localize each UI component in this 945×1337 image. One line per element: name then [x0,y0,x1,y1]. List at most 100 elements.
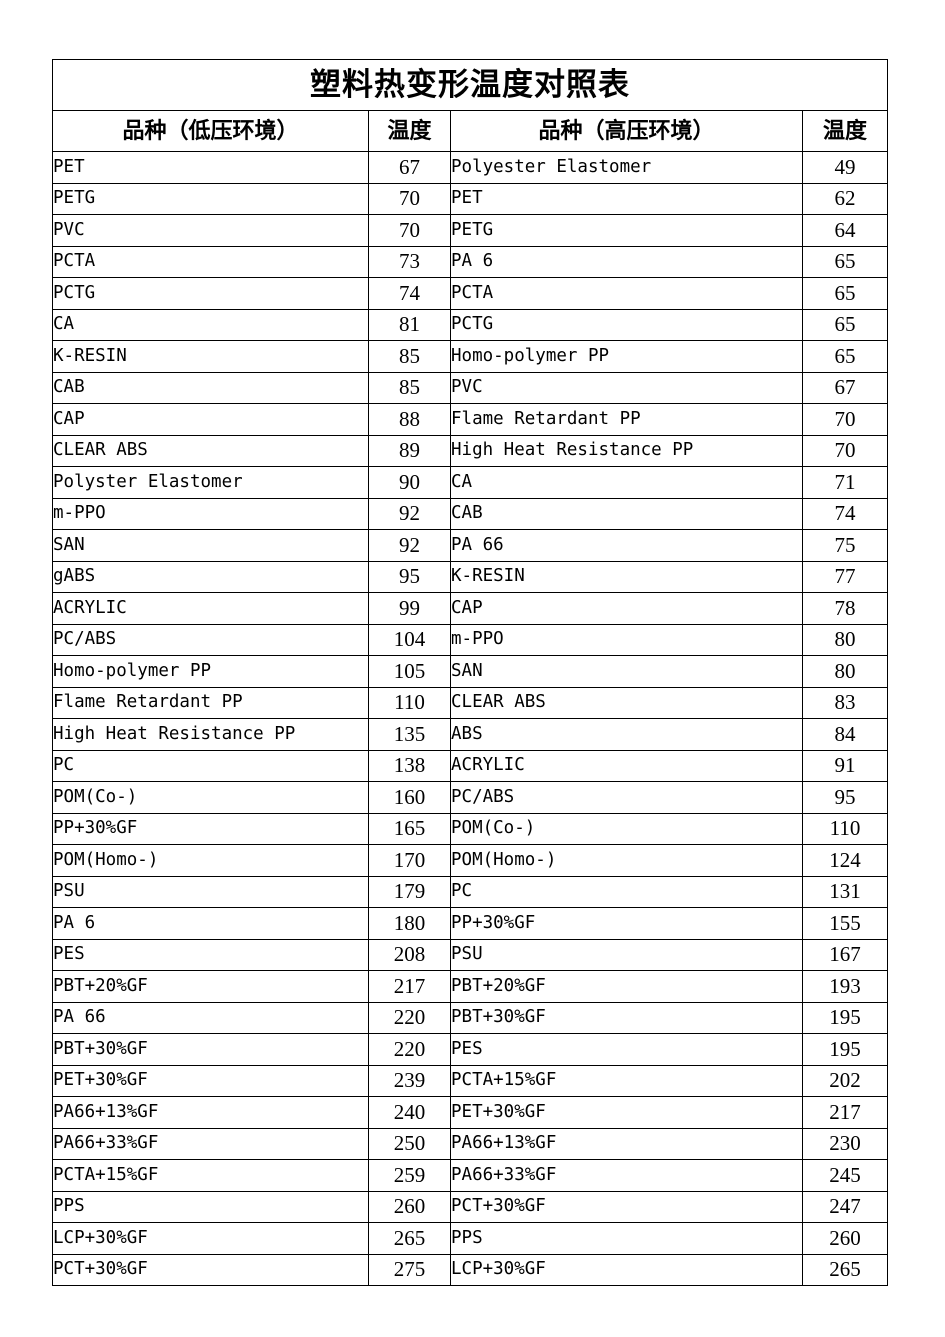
cell-temperature-low-pressure: 74 [368,277,451,310]
cell-material-high-pressure: PCTA+15%GF [450,1064,803,1097]
cell-material-high-pressure: PA 6 [450,245,803,278]
cell-material-low-pressure: LCP+30%GF [52,1222,369,1255]
cell-material-low-pressure: PC [52,749,369,782]
cell-temperature-low-pressure: 240 [368,1096,451,1129]
cell-temperature-high-pressure: 65 [802,308,888,341]
cell-material-high-pressure: PETG [450,214,803,247]
cell-material-low-pressure: PBT+20%GF [52,970,369,1003]
cell-temperature-high-pressure: 83 [802,686,888,719]
cell-temperature-high-pressure: 247 [802,1190,888,1223]
table-row: POM(Homo-) 170 POM(Homo-) 124 [52,844,888,877]
cell-temperature-low-pressure: 260 [368,1190,451,1223]
cell-material-high-pressure: PA66+33%GF [450,1159,803,1192]
cell-temperature-high-pressure: 195 [802,1033,888,1066]
cell-temperature-low-pressure: 70 [368,182,451,215]
table-row: PA 6 180 PP+30%GF 155 [52,907,888,940]
table-row: PCT+30%GF 275 LCP+30%GF 265 [52,1253,888,1286]
cell-material-high-pressure: ACRYLIC [450,749,803,782]
cell-temperature-low-pressure: 90 [368,466,451,499]
cell-material-low-pressure: PA66+33%GF [52,1127,369,1160]
cell-temperature-high-pressure: 71 [802,466,888,499]
cell-material-high-pressure: PCT+30%GF [450,1190,803,1223]
cell-temperature-high-pressure: 77 [802,560,888,593]
table-body: 塑料热变形温度对照表 品种（低压环境） 温度 品种（高压环境） 温度 PET 67… [52,59,888,1286]
cell-temperature-low-pressure: 70 [368,214,451,247]
cell-material-low-pressure: PES [52,938,369,971]
table-row: PC/ABS 104 m-PPO 80 [52,623,888,656]
cell-material-high-pressure: PES [450,1033,803,1066]
table-row: CA 81 PCTG 65 [52,308,888,341]
spreadsheet-canvas: 塑料热变形温度对照表 品种（低压环境） 温度 品种（高压环境） 温度 PET 67… [0,0,945,1337]
cell-material-high-pressure: ABS [450,718,803,751]
cell-material-low-pressure: PBT+30%GF [52,1033,369,1066]
cell-temperature-high-pressure: 78 [802,592,888,625]
cell-material-high-pressure: PET [450,182,803,215]
cell-material-high-pressure: POM(Homo-) [450,844,803,877]
cell-temperature-low-pressure: 180 [368,907,451,940]
cell-material-low-pressure: CAP [52,403,369,436]
table-row: High Heat Resistance PP 135 ABS 84 [52,718,888,751]
cell-temperature-high-pressure: 230 [802,1127,888,1160]
cell-temperature-high-pressure: 95 [802,781,888,814]
cell-temperature-low-pressure: 265 [368,1222,451,1255]
cell-material-high-pressure: PA66+13%GF [450,1127,803,1160]
cell-material-low-pressure: PETG [52,182,369,215]
cell-material-low-pressure: CA [52,308,369,341]
cell-temperature-low-pressure: 81 [368,308,451,341]
table-row: PA66+33%GF 250 PA66+13%GF 230 [52,1127,888,1160]
table-row: Polyster Elastomer 90 CA 71 [52,466,888,499]
cell-temperature-low-pressure: 160 [368,781,451,814]
cell-material-low-pressure: PCTA [52,245,369,278]
table-row: PET+30%GF 239 PCTA+15%GF 202 [52,1064,888,1097]
cell-material-high-pressure: CA [450,466,803,499]
cell-temperature-low-pressure: 88 [368,403,451,436]
cell-temperature-low-pressure: 105 [368,655,451,688]
table-row: PBT+20%GF 217 PBT+20%GF 193 [52,970,888,1003]
cell-material-high-pressure: PBT+20%GF [450,970,803,1003]
cell-temperature-high-pressure: 65 [802,277,888,310]
cell-temperature-high-pressure: 193 [802,970,888,1003]
table-row: PCTG 74 PCTA 65 [52,277,888,310]
cell-material-low-pressure: m-PPO [52,497,369,530]
cell-temperature-high-pressure: 65 [802,245,888,278]
cell-material-low-pressure: ACRYLIC [52,592,369,625]
cell-material-low-pressure: PET+30%GF [52,1064,369,1097]
cell-material-high-pressure: PVC [450,371,803,404]
cell-temperature-low-pressure: 104 [368,623,451,656]
table-row: PP+30%GF 165 POM(Co-) 110 [52,812,888,845]
table-row: PVC 70 PETG 64 [52,214,888,247]
cell-material-high-pressure: PC [450,875,803,908]
cell-temperature-high-pressure: 265 [802,1253,888,1286]
cell-temperature-low-pressure: 110 [368,686,451,719]
cell-material-low-pressure: SAN [52,529,369,562]
cell-material-low-pressure: PET [52,151,369,184]
table-row: CAB 85 PVC 67 [52,371,888,404]
cell-material-high-pressure: Flame Retardant PP [450,403,803,436]
cell-temperature-low-pressure: 135 [368,718,451,751]
cell-temperature-low-pressure: 165 [368,812,451,845]
cell-material-high-pressure: PSU [450,938,803,971]
cell-material-low-pressure: Flame Retardant PP [52,686,369,719]
table-row: PPS 260 PCT+30%GF 247 [52,1190,888,1223]
table-row: Flame Retardant PP 110 CLEAR ABS 83 [52,686,888,719]
cell-temperature-high-pressure: 64 [802,214,888,247]
cell-material-high-pressure: PPS [450,1222,803,1255]
column-header-name-low-pressure: 品种（低压环境） [52,110,369,152]
cell-material-high-pressure: CAP [450,592,803,625]
table-row: PBT+30%GF 220 PES 195 [52,1033,888,1066]
cell-material-low-pressure: PVC [52,214,369,247]
cell-material-high-pressure: PET+30%GF [450,1096,803,1129]
table-row: PES 208 PSU 167 [52,938,888,971]
cell-temperature-high-pressure: 80 [802,655,888,688]
cell-material-low-pressure: Polyster Elastomer [52,466,369,499]
cell-material-low-pressure: PCTG [52,277,369,310]
cell-temperature-low-pressure: 85 [368,340,451,373]
cell-temperature-high-pressure: 110 [802,812,888,845]
cell-temperature-high-pressure: 245 [802,1159,888,1192]
cell-material-low-pressure: POM(Homo-) [52,844,369,877]
cell-material-high-pressure: Polyester Elastomer [450,151,803,184]
table-row: POM(Co-) 160 PC/ABS 95 [52,781,888,814]
cell-temperature-low-pressure: 89 [368,434,451,467]
cell-temperature-high-pressure: 49 [802,151,888,184]
table-row: LCP+30%GF 265 PPS 260 [52,1222,888,1255]
